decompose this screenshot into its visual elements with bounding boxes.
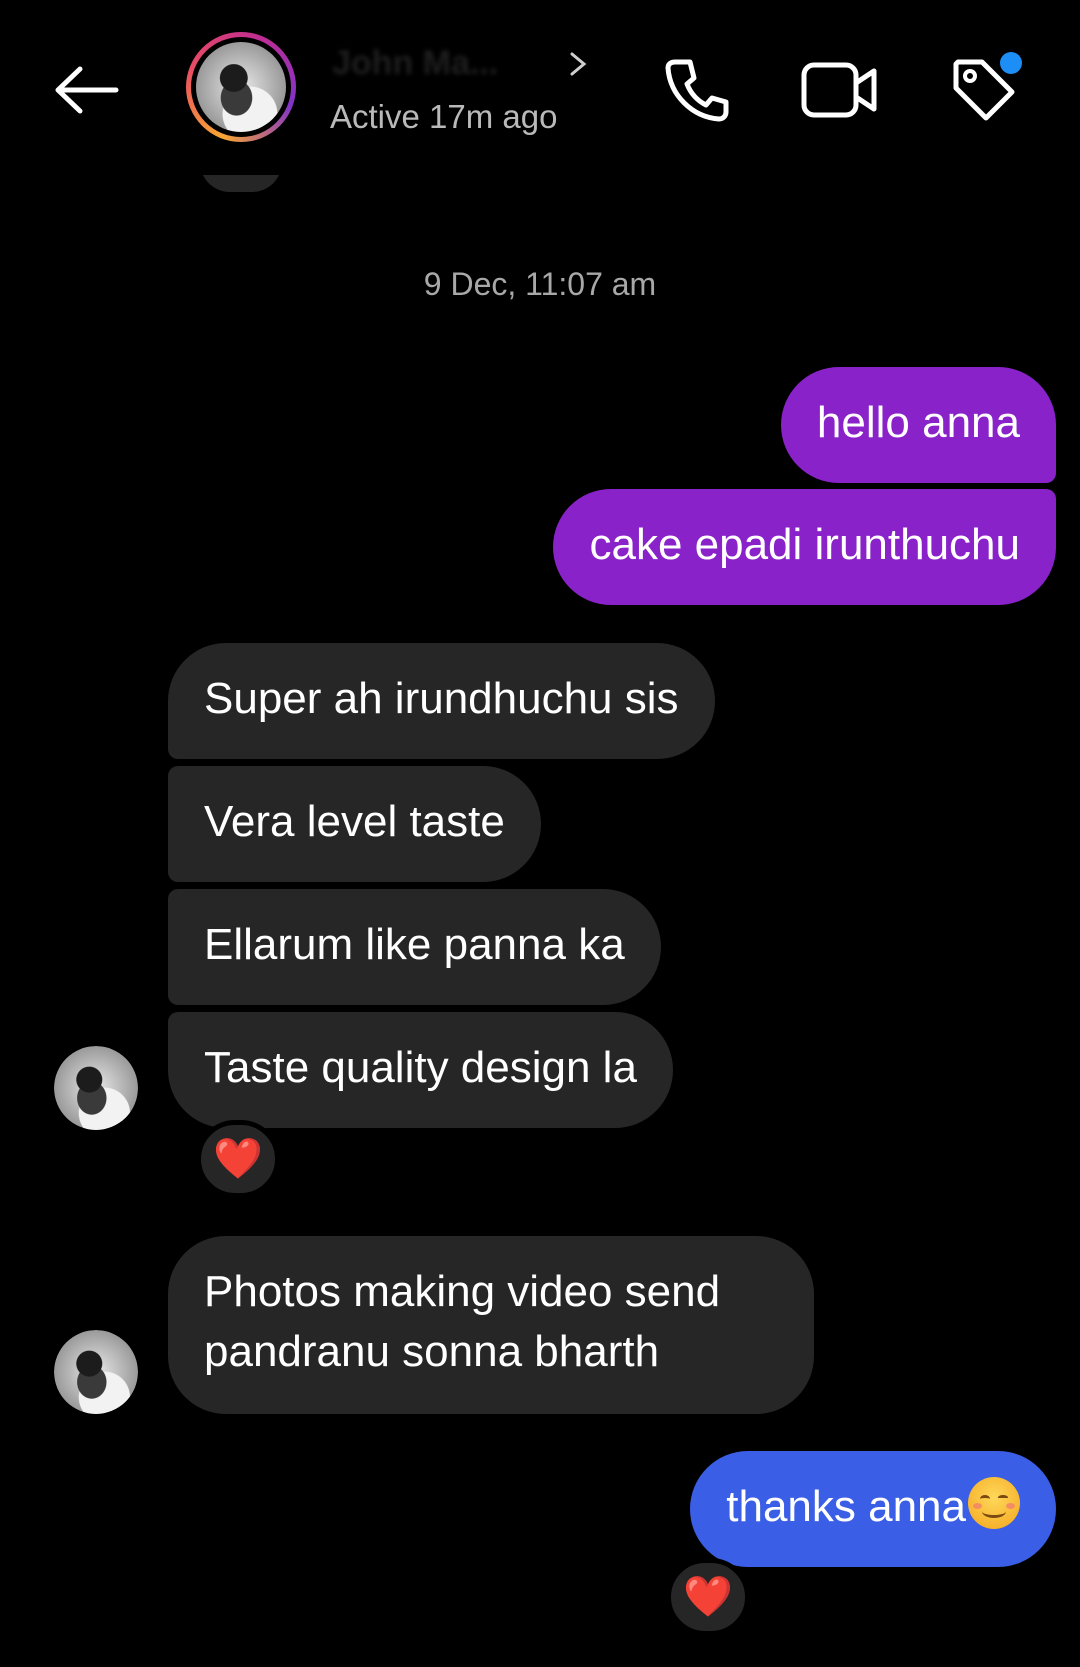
video-call-button[interactable] <box>800 50 880 130</box>
reaction-badge[interactable]: ❤️ <box>666 1558 750 1636</box>
avatar-photo <box>54 1330 138 1414</box>
heart-icon: ❤️ <box>683 1575 733 1619</box>
voice-call-button[interactable] <box>656 50 736 130</box>
sender-avatar[interactable] <box>54 1330 138 1414</box>
incoming-message[interactable]: Ellarum like panna ka <box>168 889 661 1005</box>
outgoing-message[interactable]: hello anna <box>780 367 1056 483</box>
avatar-photo <box>54 1046 138 1130</box>
chat-screen: John Ma... Active 17m ago 9 Dec, 11:07 a… <box>0 0 1080 1667</box>
chat-header: John Ma... Active 17m ago <box>0 0 1080 175</box>
back-button[interactable] <box>40 50 130 130</box>
outgoing-message[interactable]: thanks anna <box>690 1451 1056 1567</box>
heart-icon: ❤️ <box>213 1137 263 1181</box>
contact-avatar[interactable] <box>186 32 296 142</box>
outgoing-message[interactable]: cake epadi irunthuchu <box>553 489 1056 605</box>
message-text: thanks anna <box>726 1482 966 1531</box>
sender-avatar[interactable] <box>54 1046 138 1130</box>
tag-button[interactable] <box>944 50 1024 130</box>
avatar-photo <box>196 42 286 132</box>
chevron-right-icon[interactable] <box>566 48 590 80</box>
reaction-badge[interactable]: ❤️ <box>196 1120 280 1198</box>
notification-dot <box>1000 52 1022 74</box>
incoming-message[interactable]: Photos making video send pandranu sonna … <box>168 1236 814 1414</box>
smiling-face-icon <box>968 1477 1020 1529</box>
incoming-message[interactable]: Vera level taste <box>168 766 541 882</box>
back-arrow-icon <box>55 66 119 114</box>
active-status: Active 17m ago <box>330 98 558 135</box>
incoming-message[interactable]: Super ah irundhuchu sis <box>168 643 715 759</box>
thread-timestamp: 9 Dec, 11:07 am <box>423 266 657 302</box>
contact-name[interactable]: John Ma... <box>332 44 498 83</box>
video-camera-icon <box>801 62 877 118</box>
phone-icon <box>665 59 729 122</box>
incoming-message[interactable]: Taste quality design la <box>168 1012 673 1128</box>
